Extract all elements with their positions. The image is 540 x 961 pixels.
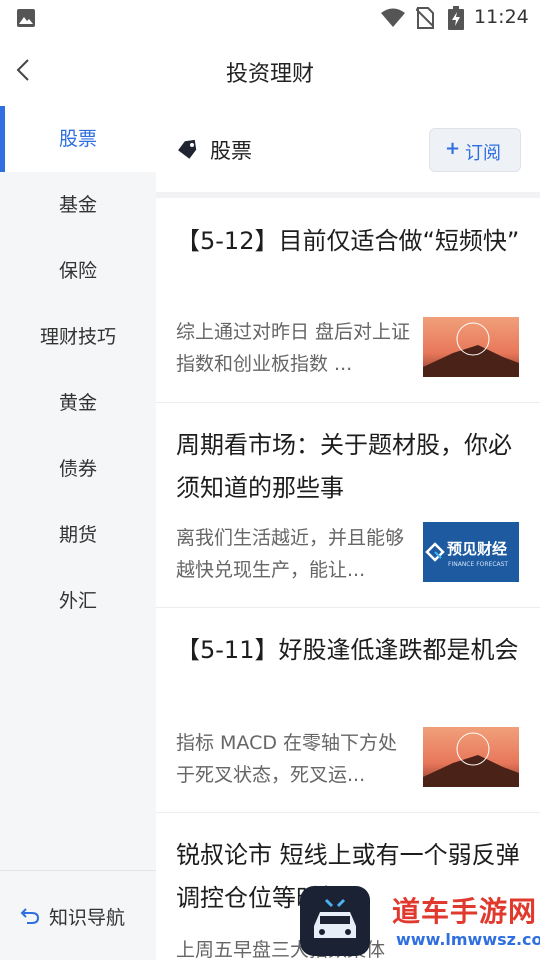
sidebar-item-finance-tips[interactable]: 理财技巧 <box>0 304 156 370</box>
article-item[interactable]: 周期看市场：关于题材股，你必须知道的那些事 离我们生活越近，并且能够越快兑现生产… <box>156 402 540 608</box>
tag-icon <box>178 139 197 159</box>
status-bar: 11:24 <box>0 0 540 36</box>
article-item[interactable]: 【5-12】目前仅适合做“短频快” 综上通过对昨日 盘后对上证指数和创业板指数 … <box>156 198 540 403</box>
sidebar-item-funds[interactable]: 基金 <box>0 172 156 238</box>
site-watermark: 道车手游网 www.lmwwsz.com <box>300 882 540 960</box>
no-sim-icon <box>416 7 434 29</box>
status-time: 11:24 <box>474 6 529 28</box>
article-thumbnail: 预见财经 FINANCE FORECAST <box>423 522 519 582</box>
return-arrow-icon <box>20 908 40 924</box>
wifi-icon <box>381 8 405 27</box>
category-sidebar: 股票 基金 保险 理财技巧 黄金 债券 期货 外汇 知识导航 <box>0 106 156 960</box>
watermark-title: 道车手游网 <box>392 895 538 928</box>
subscribe-label: 订阅 <box>465 143 501 164</box>
watermark-url: www.lmwwsz.com <box>396 930 540 949</box>
article-excerpt: 离我们生活越近，并且能够越快兑现生产，能让... <box>176 527 405 581</box>
knowledge-nav-label: 知识导航 <box>49 907 126 929</box>
article-excerpt: 综上通过对昨日 盘后对上证指数和创业板指数 ... <box>176 321 411 375</box>
subscribe-button[interactable]: + 订阅 <box>429 128 521 172</box>
sidebar-item-bonds[interactable]: 债券 <box>0 436 156 502</box>
battery-charging-icon <box>448 6 464 30</box>
sidebar-item-stocks[interactable]: 股票 <box>0 106 156 172</box>
thumbnail-brand-subtext: FINANCE FORECAST <box>448 561 509 568</box>
article-thumbnail <box>423 727 519 787</box>
page-title: 投资理财 <box>225 62 314 87</box>
article-thumbnail <box>423 317 519 377</box>
top-app-bar: 投资理财 <box>0 36 540 108</box>
sidebar-item-forex[interactable]: 外汇 <box>0 568 156 634</box>
article-title: 【5-12】目前仅适合做“短频快” <box>176 227 520 255</box>
plus-icon: + <box>445 138 461 159</box>
article-title: 【5-11】好股逢低逢跌都是机会 <box>176 636 519 664</box>
article-item[interactable]: 【5-11】好股逢低逢跌都是机会 指标 MACD 在零轴下方处于死叉状态，死叉运… <box>156 607 540 813</box>
article-title: 周期看市场：关于题材股，你必须知道的那些事 <box>176 431 512 502</box>
knowledge-nav-button[interactable]: 知识导航 <box>0 870 156 961</box>
article-panel: 股票 + 订阅 【5-12】目前仅适合做“短频快” 综上通过对昨日 盘后对上证指… <box>156 106 540 960</box>
sidebar-item-futures[interactable]: 期货 <box>0 502 156 568</box>
thumbnail-brand-text: 预见财经 <box>447 540 508 558</box>
gallery-icon <box>17 9 35 27</box>
section-title: 股票 <box>210 139 252 163</box>
article-excerpt: 指标 MACD 在零轴下方处于死叉状态，死叉运... <box>176 732 398 786</box>
sidebar-item-gold[interactable]: 黄金 <box>0 370 156 436</box>
section-header: 股票 + 订阅 <box>156 106 540 198</box>
sidebar-item-insurance[interactable]: 保险 <box>0 238 156 304</box>
app-logo-icon <box>300 886 370 956</box>
